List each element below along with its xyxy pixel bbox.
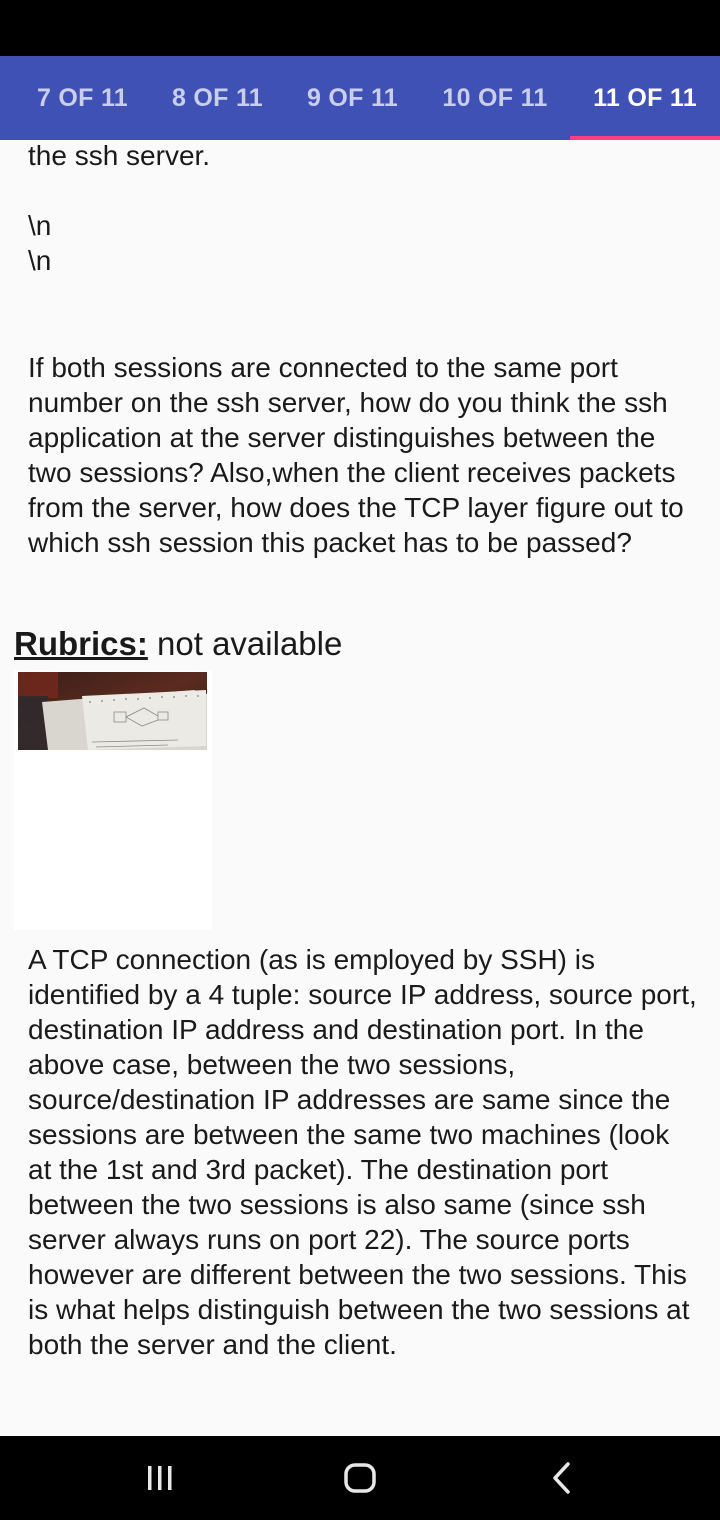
question-text: If both sessions are connected to the sa… xyxy=(28,352,684,558)
status-bar xyxy=(0,0,720,56)
notebook-photo xyxy=(18,672,207,750)
tab-8-of-11[interactable]: 8 OF 11 xyxy=(155,56,280,140)
attachment-image[interactable] xyxy=(14,670,212,930)
recent-apps-button[interactable] xyxy=(100,1436,220,1520)
tab-10-of-11[interactable]: 10 OF 11 xyxy=(425,56,565,140)
tab-7-of-11[interactable]: 7 OF 11 xyxy=(20,56,145,140)
question-tab-bar: 7 OF 11 8 OF 11 9 OF 11 10 OF 11 11 OF 1… xyxy=(0,56,720,140)
escape-line: \n xyxy=(28,245,52,276)
back-button[interactable] xyxy=(502,1436,622,1520)
home-button[interactable] xyxy=(300,1436,420,1520)
escape-line: \n xyxy=(28,210,52,241)
rubrics-line: Rubrics: not available xyxy=(14,624,342,664)
tab-9-of-11[interactable]: 9 OF 11 xyxy=(290,56,415,140)
back-icon xyxy=(553,1462,570,1494)
recent-apps-icon xyxy=(148,1466,172,1490)
navigation-bar xyxy=(0,1436,720,1520)
home-icon xyxy=(344,1463,376,1493)
rubrics-label: Rubrics: xyxy=(14,625,148,662)
rubrics-value: not available xyxy=(147,625,343,662)
question-content[interactable]: the ssh server. \n \n If both sessions a… xyxy=(0,140,720,1436)
answer-text: A TCP connection (as is employed by SSH)… xyxy=(28,944,697,1360)
tab-11-of-11[interactable]: 11 OF 11 xyxy=(575,56,715,140)
question-text-tail: the ssh server. xyxy=(28,140,211,171)
